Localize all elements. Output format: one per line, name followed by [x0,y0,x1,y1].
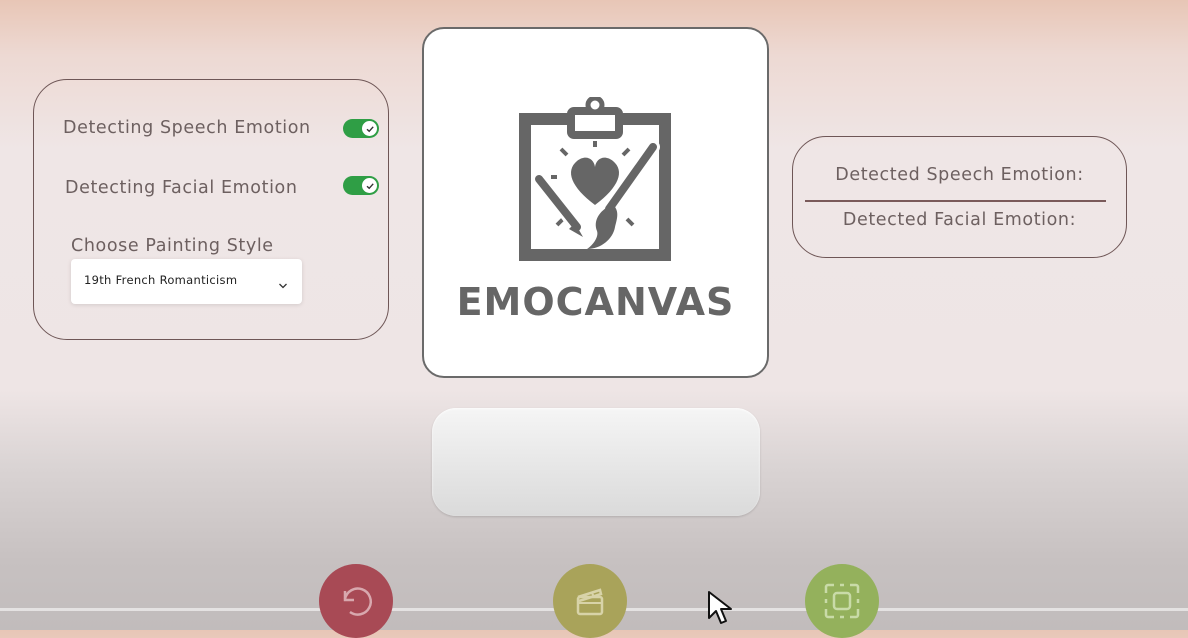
check-icon [362,121,377,136]
app-logo-card: EMOCANVAS [422,27,769,378]
results-panel: Detected Speech Emotion: Detected Facial… [792,136,1127,258]
reset-button[interactable] [319,564,393,638]
check-icon [362,178,377,193]
painting-style-dropdown[interactable]: 19th French Romanticism [71,259,302,304]
app-logo-text: EMOCANVAS [456,280,735,324]
output-display-box [432,408,760,516]
mouse-cursor-icon [708,591,732,624]
capture-frame-icon [824,583,860,619]
clapperboard-icon [576,588,604,616]
clipboard-heart-paintbrush-icon [519,97,671,261]
detected-speech-emotion-label: Detected Speech Emotion: [835,165,1084,185]
chevron-down-icon [278,275,288,294]
clapperboard-button[interactable] [553,564,627,638]
facial-emotion-toggle-label: Detecting Facial Emotion [65,178,298,198]
speech-emotion-toggle-label: Detecting Speech Emotion [63,118,311,138]
facial-emotion-toggle[interactable] [343,176,379,195]
detected-facial-emotion-label: Detected Facial Emotion: [842,210,1077,230]
settings-panel: Detecting Speech Emotion Detecting Facia… [33,79,389,340]
undo-icon [343,587,372,616]
speech-emotion-toggle[interactable] [343,119,379,138]
painting-style-label: Choose Painting Style [71,236,274,256]
painting-style-value: 19th French Romanticism [84,273,238,287]
results-divider [805,200,1106,202]
capture-button[interactable] [805,564,879,638]
